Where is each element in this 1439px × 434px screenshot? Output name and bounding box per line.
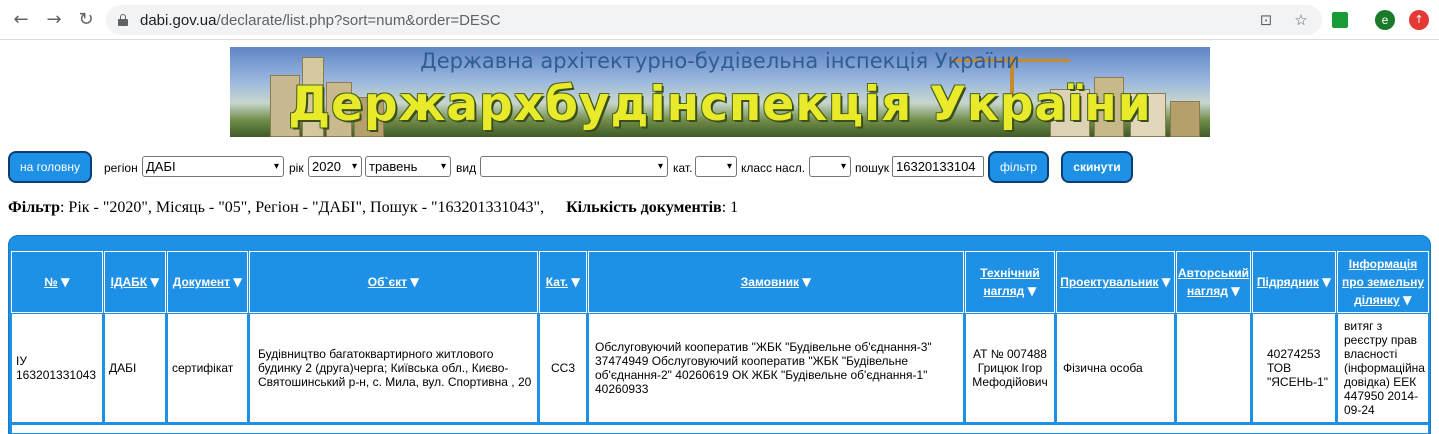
chevron-down-icon: ▾: [840, 161, 846, 172]
extension-icon[interactable]: [1332, 12, 1348, 28]
type-label: вид: [456, 161, 477, 175]
reload-icon[interactable]: ↻: [75, 9, 97, 31]
profile-avatar[interactable]: e: [1375, 10, 1395, 30]
address-bar[interactable]: dabi.gov.ua/declarate/list.php?sort=num&…: [106, 5, 1322, 35]
reset-button[interactable]: скинути: [1061, 151, 1133, 183]
sort-desc-icon: ▼: [1230, 284, 1241, 298]
class-label: класс насл.: [741, 161, 806, 175]
home-button[interactable]: на головну: [8, 151, 92, 183]
cell-customer: Обслуговуючий кооператив "ЖБК "Будівельн…: [588, 313, 964, 423]
column-header-designer[interactable]: Проектувальник ▼: [1056, 251, 1175, 313]
lock-icon: [118, 14, 128, 26]
sort-desc-icon: ▼: [233, 275, 243, 289]
banner-title: Держархбудінспекція України: [288, 77, 1152, 132]
sort-desc-icon: ▼: [150, 275, 160, 289]
column-header-num[interactable]: № ▼: [11, 251, 103, 313]
sort-desc-icon: ▼: [410, 275, 420, 289]
column-header-contractor[interactable]: Підрядник ▼: [1252, 251, 1336, 313]
category-select[interactable]: ▾: [695, 156, 737, 177]
year-label: рік: [289, 161, 304, 175]
year-select[interactable]: 2020 ▾: [308, 156, 362, 177]
cell-designer: Фізична особа: [1056, 313, 1175, 423]
cell-land-info: витяг з реєстру прав власності (інформац…: [1337, 313, 1429, 423]
column-header-author-supervision[interactable]: Авторський нагляд ▼: [1176, 251, 1251, 313]
update-icon[interactable]: ↑: [1409, 10, 1429, 30]
filter-summary: Фільтр: Рік - "2020", Місяць - "05", Рег…: [8, 199, 739, 216]
chevron-down-icon: ▾: [726, 161, 732, 172]
back-icon[interactable]: ←: [10, 9, 32, 31]
cell-tech-supervision: АТ № 007488 Грицюк Ігор Мефодійович: [965, 313, 1055, 423]
cell-idabk: ДАБІ: [104, 313, 166, 423]
forward-icon[interactable]: →: [43, 9, 65, 31]
chevron-down-icon: ▾: [351, 161, 357, 172]
class-select[interactable]: ▾: [809, 156, 851, 177]
cell-object: Будівництво багатоквартирного житлового …: [249, 313, 538, 423]
column-header-customer[interactable]: Замовник ▼: [588, 251, 964, 313]
star-icon[interactable]: ☆: [1292, 11, 1310, 29]
chevron-down-icon: ▾: [273, 161, 279, 172]
column-header-document[interactable]: Документ ▼: [167, 251, 248, 313]
region-label: регіон: [104, 161, 138, 175]
column-header-category[interactable]: Кат. ▼: [539, 251, 587, 313]
declarations-table: № ▼ ІДАБК ▼ Документ ▼ Об`єкт ▼ Кат. ▼ Замовн…: [8, 235, 1431, 434]
cell-category: СС3: [539, 313, 587, 423]
region-select[interactable]: ДАБІ ▾: [142, 156, 284, 177]
table-footer-row: [11, 424, 1429, 434]
column-header-idabk[interactable]: ІДАБК ▼: [104, 251, 166, 313]
cell-document: сертифікат: [167, 313, 248, 423]
sort-desc-icon: ▼: [1161, 275, 1171, 289]
search-label: пошук: [855, 161, 890, 175]
sort-desc-icon: ▼: [60, 275, 70, 289]
cell-num: ІУ 163201331043: [11, 313, 103, 423]
chevron-down-icon: ▾: [440, 161, 446, 172]
translate-icon[interactable]: ⊡: [1257, 11, 1275, 29]
sort-desc-icon: ▼: [571, 275, 581, 289]
cell-contractor: 40274253 ТОВ "ЯСЕНЬ-1": [1252, 313, 1336, 423]
site-banner: Державна архітектурно-будівельна інспекц…: [230, 47, 1210, 137]
banner-subtitle: Державна архітектурно-будівельна інспекц…: [420, 49, 1020, 73]
browser-toolbar: ← → ↻ dabi.gov.ua/declarate/list.php?sor…: [0, 0, 1439, 40]
search-input[interactable]: 16320133104: [892, 156, 984, 177]
type-select[interactable]: ▾: [480, 156, 668, 177]
column-header-tech-supervision[interactable]: Технічний нагляд ▼: [965, 251, 1055, 313]
sort-desc-icon: ▼: [802, 275, 812, 289]
sort-desc-icon: ▼: [1027, 284, 1037, 298]
column-header-land-info[interactable]: Інформація про земельну ділянку ▼: [1337, 251, 1429, 313]
url-text: dabi.gov.ua/declarate/list.php?sort=num&…: [140, 12, 501, 29]
category-label: кат.: [673, 161, 693, 175]
sort-desc-icon: ▼: [1402, 293, 1412, 307]
month-select[interactable]: травень ▾: [365, 156, 451, 177]
column-header-object[interactable]: Об`єкт ▼: [249, 251, 538, 313]
cell-author-supervision: [1176, 313, 1251, 423]
sort-desc-icon: ▼: [1321, 275, 1332, 289]
filter-button[interactable]: фільтр: [988, 151, 1049, 183]
chevron-down-icon: ▾: [657, 161, 663, 172]
